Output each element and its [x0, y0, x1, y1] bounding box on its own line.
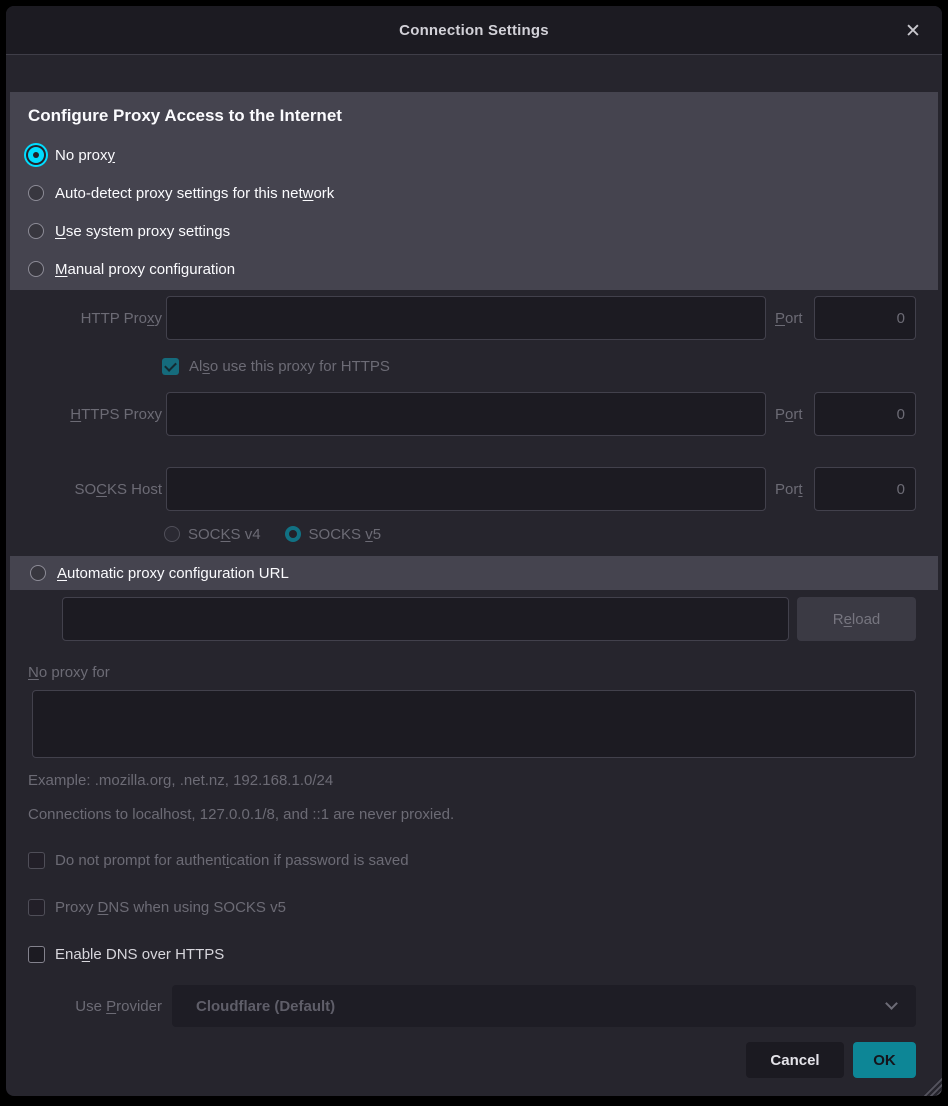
- radio-socks-v4[interactable]: [164, 526, 180, 542]
- radio-row-manual-proxy[interactable]: Manual proxy configuration: [28, 250, 235, 288]
- radio-row-auto-detect[interactable]: Auto-detect proxy settings for this netw…: [28, 174, 334, 212]
- socks-host-input[interactable]: [166, 467, 766, 511]
- enable-doh-checkbox[interactable]: [28, 946, 45, 963]
- auto-url-input[interactable]: [62, 597, 789, 641]
- dialog-title: Connection Settings: [399, 22, 549, 39]
- http-port-input[interactable]: [814, 296, 916, 340]
- radio-label-auto-url[interactable]: Automatic proxy configuration URL: [57, 565, 289, 582]
- chevron-down-icon: [885, 997, 898, 1010]
- http-port-label: Port: [775, 310, 806, 327]
- provider-select-value: Cloudflare (Default): [196, 998, 335, 1015]
- enable-doh-row[interactable]: Enable DNS over HTTPS: [28, 946, 224, 963]
- no-prompt-auth-checkbox[interactable]: [28, 852, 45, 869]
- proxy-mode-section: Configure Proxy Access to the Internet N…: [10, 92, 938, 290]
- no-prompt-auth-label[interactable]: Do not prompt for authentication if pass…: [55, 852, 409, 869]
- radio-auto-detect[interactable]: [28, 185, 44, 201]
- radio-row-no-proxy[interactable]: No proxy: [28, 136, 115, 174]
- socks-port-label: Port: [775, 481, 806, 498]
- http-proxy-label: HTTP Proxy: [28, 310, 162, 327]
- resize-grip[interactable]: [918, 1077, 942, 1096]
- proxy-dns-checkbox[interactable]: [28, 899, 45, 916]
- https-proxy-input[interactable]: [166, 392, 766, 436]
- no-proxy-example-text: Example: .mozilla.org, .net.nz, 192.168.…: [28, 772, 333, 789]
- radio-label-manual-proxy[interactable]: Manual proxy configuration: [55, 261, 235, 278]
- close-icon[interactable]: ✕: [900, 18, 926, 44]
- radio-manual-proxy[interactable]: [28, 261, 44, 277]
- dialog-titlebar: Connection Settings ✕: [6, 6, 942, 55]
- also-https-checkbox[interactable]: [162, 358, 179, 375]
- https-port-label: Port: [775, 406, 806, 423]
- provider-row: Use Provider Cloudflare (Default): [28, 985, 916, 1027]
- radio-auto-url[interactable]: [30, 565, 46, 581]
- radio-label-socks-v4[interactable]: SOCKS v4: [188, 526, 261, 543]
- socks-version-row: SOCKS v4 SOCKS v5: [164, 525, 381, 543]
- radio-row-system-proxy[interactable]: Use system proxy settings: [28, 212, 230, 250]
- provider-label: Use Provider: [28, 998, 162, 1015]
- radio-label-no-proxy[interactable]: No proxy: [55, 147, 115, 164]
- auto-url-row[interactable]: Automatic proxy configuration URL: [10, 556, 938, 590]
- https-proxy-row: HTTPS Proxy Port: [28, 392, 916, 436]
- provider-select[interactable]: Cloudflare (Default): [172, 985, 916, 1027]
- https-proxy-label: HTTPS Proxy: [28, 406, 162, 423]
- https-port-input[interactable]: [814, 392, 916, 436]
- also-https-row[interactable]: Also use this proxy for HTTPS: [162, 356, 390, 376]
- localhost-note-text: Connections to localhost, 127.0.0.1/8, a…: [28, 806, 454, 823]
- also-https-label[interactable]: Also use this proxy for HTTPS: [189, 358, 390, 375]
- cancel-button[interactable]: Cancel: [746, 1042, 844, 1078]
- radio-socks-v5[interactable]: [285, 526, 301, 542]
- no-proxy-for-label: No proxy for: [28, 664, 110, 681]
- proxy-dns-label[interactable]: Proxy DNS when using SOCKS v5: [55, 899, 286, 916]
- radio-label-auto-detect[interactable]: Auto-detect proxy settings for this netw…: [55, 185, 334, 202]
- socks-host-label: SOCKS Host: [28, 481, 162, 498]
- http-proxy-row: HTTP Proxy Port: [28, 296, 916, 340]
- connection-settings-dialog: Connection Settings ✕ Configure Proxy Ac…: [6, 6, 942, 1096]
- proxy-dns-row[interactable]: Proxy DNS when using SOCKS v5: [28, 899, 286, 916]
- radio-label-system-proxy[interactable]: Use system proxy settings: [55, 223, 230, 240]
- no-proxy-for-textarea[interactable]: [32, 690, 916, 758]
- http-proxy-input[interactable]: [166, 296, 766, 340]
- socks-port-input[interactable]: [814, 467, 916, 511]
- section-heading: Configure Proxy Access to the Internet: [28, 106, 342, 126]
- no-prompt-auth-row[interactable]: Do not prompt for authentication if pass…: [28, 852, 409, 869]
- socks-host-row: SOCKS Host Port: [28, 467, 916, 511]
- radio-label-socks-v5[interactable]: SOCKS v5: [309, 526, 382, 543]
- ok-button[interactable]: OK: [853, 1042, 916, 1078]
- reload-button[interactable]: Reload: [797, 597, 916, 641]
- radio-no-proxy[interactable]: [28, 147, 44, 163]
- radio-system-proxy[interactable]: [28, 223, 44, 239]
- enable-doh-label[interactable]: Enable DNS over HTTPS: [55, 946, 224, 963]
